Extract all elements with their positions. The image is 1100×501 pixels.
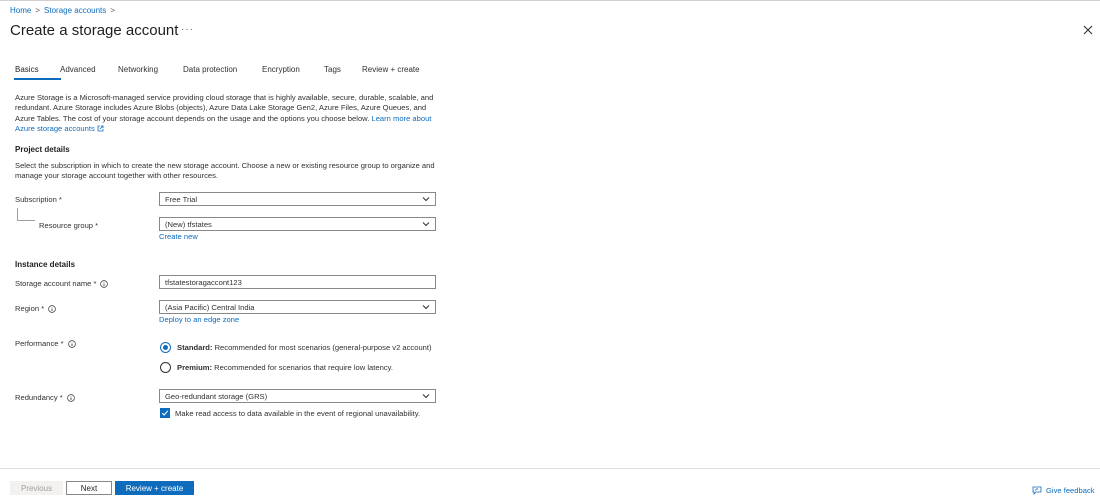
tree-connector: [17, 208, 18, 220]
premium-option-label: Premium: Recommended for scenarios that …: [177, 363, 393, 372]
next-button[interactable]: Next: [66, 481, 112, 495]
tab-advanced[interactable]: Advanced: [60, 65, 118, 80]
resource-group-dropdown[interactable]: (New) tfstates: [159, 217, 436, 231]
tab-review-create[interactable]: Review + create: [362, 65, 432, 80]
premium-title: Premium:: [177, 363, 213, 372]
chevron-down-icon: [422, 197, 430, 202]
redundancy-value: Geo-redundant storage (GRS): [165, 391, 268, 401]
chevron-down-icon: [422, 222, 430, 227]
performance-premium-option[interactable]: Premium: Recommended for scenarios that …: [160, 362, 393, 373]
region-value: (Asia Pacific) Central India: [165, 302, 255, 312]
resource-group-value: (New) tfstates: [165, 219, 212, 229]
give-feedback-link[interactable]: Give feedback: [1032, 486, 1095, 495]
info-icon[interactable]: [67, 339, 76, 348]
tree-connector: [17, 220, 35, 221]
tab-networking[interactable]: Networking: [118, 65, 183, 80]
tab-tags[interactable]: Tags: [324, 65, 362, 80]
resource-group-label: Resource group *: [39, 221, 99, 230]
intro-text: Azure Storage is a Microsoft-managed ser…: [15, 93, 435, 134]
tab-data-protection[interactable]: Data protection: [183, 65, 262, 80]
chevron-right-icon: >: [35, 6, 41, 15]
create-new-link[interactable]: Create new: [159, 232, 198, 241]
subscription-label: Subscription *: [15, 195, 62, 204]
subscription-dropdown[interactable]: Free Trial: [159, 192, 436, 206]
external-link-icon: [97, 125, 104, 132]
region-text: Region *: [15, 304, 45, 313]
storage-account-name-text: Storage account name *: [15, 279, 97, 288]
info-icon[interactable]: [66, 393, 75, 402]
review-create-button[interactable]: Review + create: [115, 481, 194, 495]
performance-standard-option[interactable]: Standard: Recommended for most scenarios…: [160, 342, 432, 353]
edge-zone-link[interactable]: Deploy to an edge zone: [159, 315, 239, 324]
footer-divider: [0, 468, 1100, 469]
breadcrumb: Home > Storage accounts >: [10, 6, 115, 15]
performance-text: Performance *: [15, 339, 64, 348]
more-options-icon[interactable]: ···: [181, 24, 194, 35]
give-feedback-text: Give feedback: [1046, 486, 1095, 495]
storage-account-name-input[interactable]: tfstatestoragaccont123: [159, 275, 436, 289]
info-icon[interactable]: [48, 304, 56, 313]
breadcrumb-storage-accounts[interactable]: Storage accounts: [44, 6, 106, 15]
subscription-value: Free Trial: [165, 194, 198, 204]
instance-details-heading: Instance details: [15, 260, 76, 269]
chevron-right-icon: >: [110, 6, 115, 15]
storage-account-name-label: Storage account name *: [15, 279, 109, 288]
close-icon[interactable]: [1082, 24, 1094, 36]
redundancy-text: Redundancy *: [15, 393, 63, 402]
region-dropdown[interactable]: (Asia Pacific) Central India: [159, 300, 436, 314]
project-details-heading: Project details: [15, 145, 70, 154]
standard-radio[interactable]: [160, 342, 171, 353]
page-title: Create a storage account: [10, 22, 179, 39]
checkmark-icon: [161, 410, 169, 416]
feedback-icon: [1032, 486, 1042, 495]
standard-desc: Recommended for most scenarios (general-…: [214, 343, 432, 352]
tab-basics[interactable]: Basics: [14, 65, 61, 80]
chevron-down-icon: [422, 305, 430, 310]
info-icon[interactable]: [100, 279, 109, 288]
breadcrumb-home[interactable]: Home: [10, 6, 31, 15]
performance-label: Performance *: [15, 339, 76, 348]
redundancy-label: Redundancy *: [15, 393, 75, 402]
tab-encryption[interactable]: Encryption: [262, 65, 324, 80]
region-label: Region *: [15, 304, 56, 313]
premium-desc: Recommended for scenarios that require l…: [214, 363, 393, 372]
previous-button[interactable]: Previous: [10, 481, 63, 495]
read-access-option[interactable]: Make read access to data available in th…: [160, 408, 420, 418]
tab-bar: Basics Advanced Networking Data protecti…: [14, 65, 432, 80]
chevron-down-icon: [422, 394, 430, 399]
read-access-checkbox[interactable]: [160, 408, 170, 418]
storage-account-name-value: tfstatestoragaccont123: [165, 277, 242, 287]
project-details-description: Select the subscription in which to crea…: [15, 161, 435, 181]
premium-radio[interactable]: [160, 362, 171, 373]
redundancy-dropdown[interactable]: Geo-redundant storage (GRS): [159, 389, 436, 403]
standard-title: Standard:: [177, 343, 213, 352]
read-access-label: Make read access to data available in th…: [175, 408, 421, 418]
top-border: [0, 0, 1100, 1]
standard-option-label: Standard: Recommended for most scenarios…: [177, 343, 432, 352]
